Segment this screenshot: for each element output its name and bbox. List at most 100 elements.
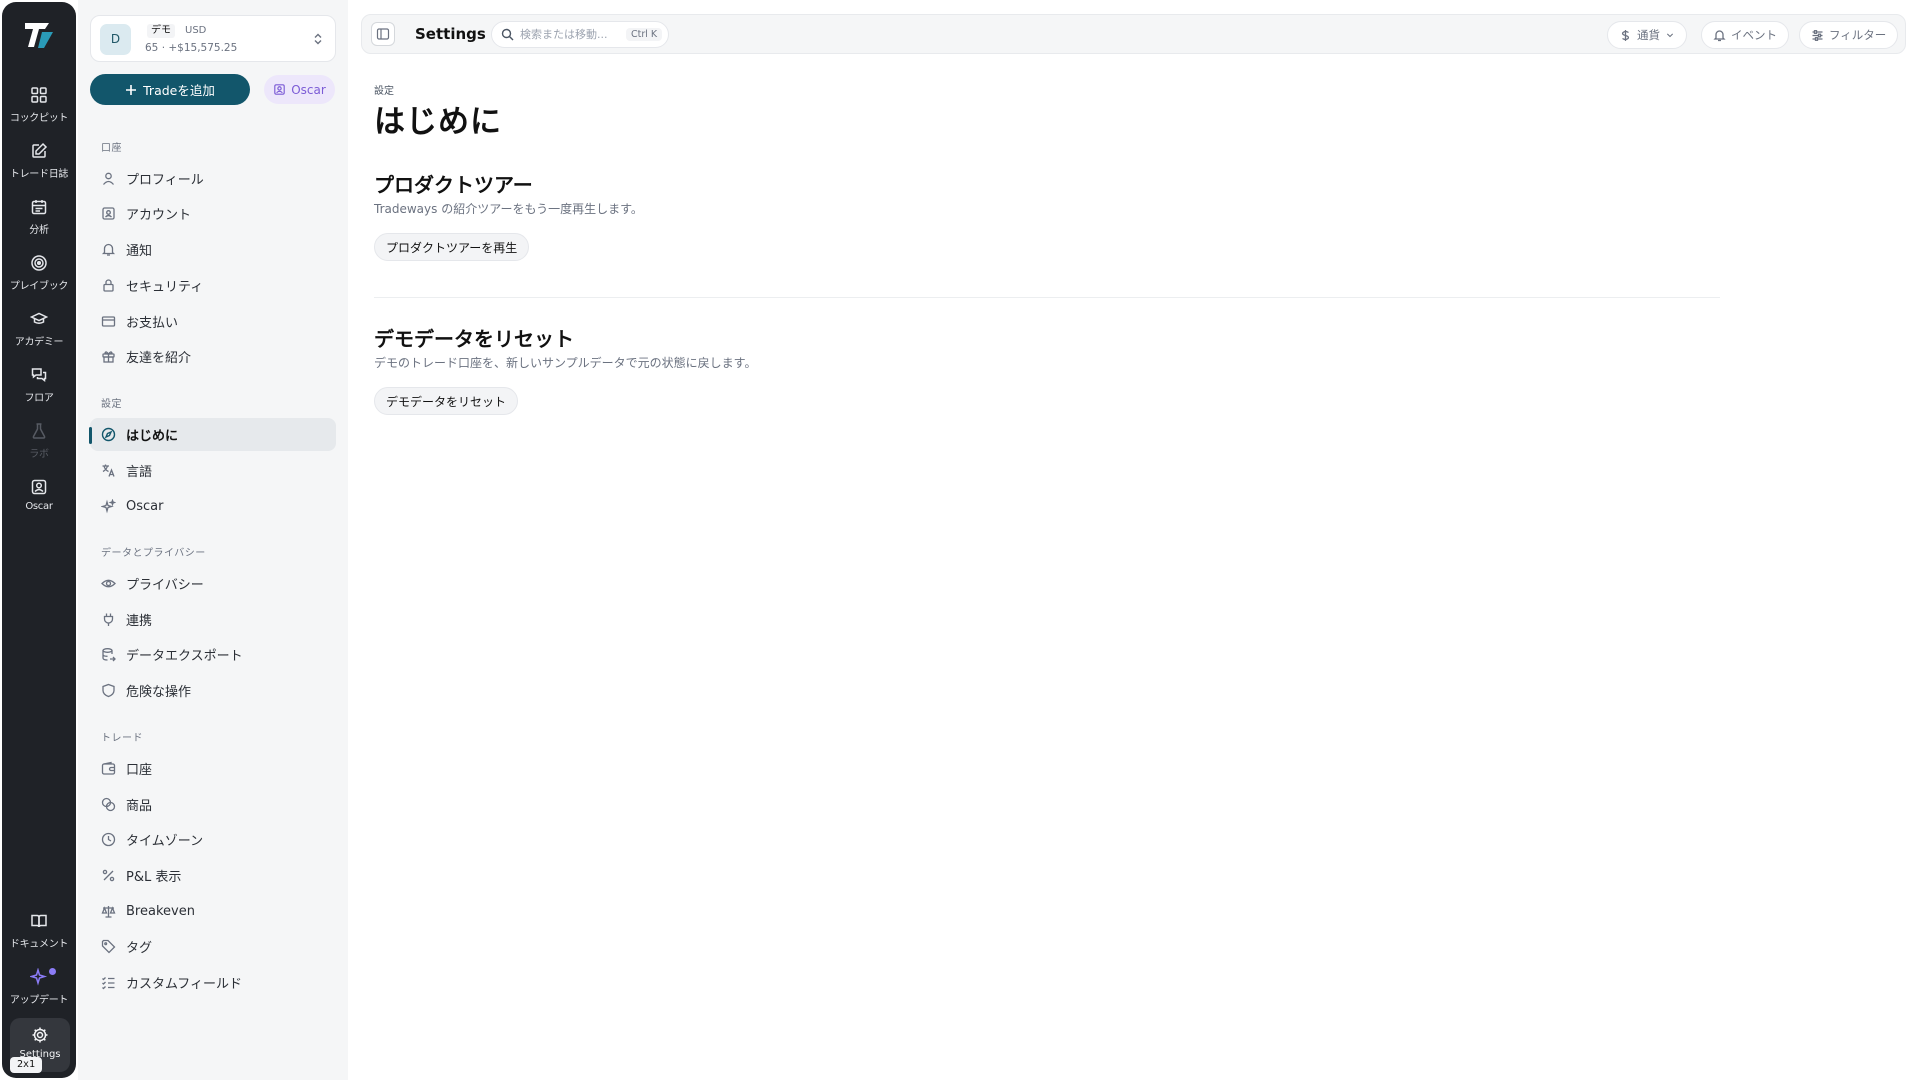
sidebar-item-label: Breakeven [126,904,195,919]
rail-item-playbook[interactable]: プレイブック [4,248,74,300]
sidebar-item-custom-fields[interactable]: カスタムフィールド [90,966,336,999]
add-trade-button[interactable]: Tradeを追加 [90,74,250,105]
rail-item-floor[interactable]: フロア [4,360,74,412]
rail-item-lab: ラボ [4,416,74,468]
sidebar-item-account[interactable]: アカウント [90,197,336,230]
nav-heading-data-privacy: データとプライバシー [101,548,206,559]
nav-heading-trading: トレード [101,733,143,744]
section-title-reset-demo: デモデータをリセット [374,327,574,351]
chat-icon [31,368,47,383]
gift-icon [102,351,115,363]
sidebar-item-label: 危険な操作 [126,685,192,700]
rail-item-analytics[interactable]: 分析 [4,192,74,244]
rail-item-docs[interactable]: ドキュメント [4,906,74,958]
resolution-badge: 2x1 [10,1057,43,1073]
replay-tour-button[interactable]: プロダクトツアーを再生 [374,233,530,261]
shield-icon [102,683,115,698]
search-box[interactable]: Ctrl K [491,21,669,48]
sidebar-item-label: 友達を紹介 [126,351,192,366]
sidebar-item-label: データエクスポート [126,649,243,664]
sidebar-item-label: カスタムフィールド [126,977,242,992]
breadcrumb: 設定 [374,86,394,97]
sidebar-item-profile[interactable]: プロフィール [90,162,336,195]
account-currency: USD [185,25,207,36]
sidebar-item-oscar[interactable]: Oscar [90,490,336,523]
sidebar-item-trade-accounts[interactable]: 口座 [90,752,336,785]
tradeways-logo-icon[interactable] [22,18,56,52]
sidebar-item-label: 口座 [126,763,153,778]
search-icon [501,28,514,41]
plug-icon [103,613,114,626]
sidebar-item-label: アカウント [126,208,192,223]
sidebar-item-notifications[interactable]: 通知 [90,233,336,266]
oscar-button-label: Oscar [291,82,326,97]
gear-icon [32,1027,48,1043]
oscar-icon [31,479,47,495]
percent-icon [102,869,115,882]
nav-heading-settings: 設定 [101,399,122,410]
sparkles-icon [101,499,116,514]
search-shortcut-hint: Ctrl K [626,28,663,41]
calendar-icon [31,200,47,215]
account-switcher[interactable]: D デモ USD 65 · +$15,575.25 [90,15,336,62]
sidebar-item-integrations[interactable]: 連携 [90,603,336,636]
active-indicator [89,427,92,444]
sidebar-item-label: 連携 [126,614,153,629]
rail-label: Oscar [25,501,53,512]
sidebar-item-getting-started[interactable]: はじめに [90,418,336,451]
filter-label: フィルター [1829,28,1887,42]
sidebar-item-referral[interactable]: 友達を紹介 [90,340,336,373]
sliders-icon [1812,29,1823,41]
filter-button[interactable]: フィルター [1799,21,1899,49]
rail-item-academy[interactable]: アカデミー [4,304,74,356]
oscar-button[interactable]: Oscar [264,75,335,104]
currency-label: 通貨 [1637,28,1660,42]
main-content [350,0,1920,1080]
database-export-icon [102,648,116,662]
rail-label: ラボ [29,449,49,460]
rail-item-oscar[interactable]: Oscar [4,472,74,524]
events-button[interactable]: イベント [1701,21,1789,49]
sidebar-item-privacy[interactable]: プライバシー [90,567,336,600]
section-title-product-tour: プロダクトツアー [374,173,533,197]
plus-icon [126,84,137,95]
sidebar-item-label: 通知 [126,244,153,259]
section-desc-product-tour: Tradeways の紹介ツアーをもう一度再生します。 [374,202,643,216]
app-root: コックピット トレード日誌 分析 プレイブック アカデミー フロア ラボ Osc… [0,0,1920,1080]
rail-label: プレイブック [9,281,69,292]
sidebar-item-billing[interactable]: お支払い [90,305,336,338]
sidebar-item-tags[interactable]: タグ [90,930,336,963]
sidebar-item-security[interactable]: セキュリティ [90,269,336,302]
sidebar-item-data-export[interactable]: データエクスポート [90,638,336,671]
user-icon [103,172,114,185]
reset-demo-button[interactable]: デモデータをリセット [374,387,519,415]
eye-icon [101,579,116,588]
rail-item-updates[interactable]: アップデート [4,962,74,1014]
search-input[interactable] [520,28,620,41]
page-title-header: Settings [415,25,486,43]
sidebar-item-breakeven[interactable]: Breakeven [90,895,336,928]
sidebar-item-label: プライバシー [126,578,204,593]
sidebar-item-danger-zone[interactable]: 危険な操作 [90,674,336,707]
sidebar-item-language[interactable]: 言語 [90,454,336,487]
graduation-cap-icon [30,312,48,324]
flask-icon [32,423,46,439]
currency-dropdown[interactable]: 通貨 [1607,21,1687,49]
sidebar-toggle-button[interactable] [371,22,395,46]
rail-item-cockpit[interactable]: コックピット [4,80,74,132]
target-icon [31,255,47,271]
account-balance: 65 · +$15,575.25 [145,42,238,54]
rail-label: トレード日誌 [9,169,69,180]
sidebar-item-pnl-display[interactable]: P&L 表示 [90,859,336,892]
rail-item-journal[interactable]: トレード日誌 [4,136,74,188]
section-divider [374,297,1720,298]
update-notification-dot [49,968,56,975]
sidebar-item-instruments[interactable]: 商品 [90,788,336,821]
sidebar-item-timezone[interactable]: タイムゾーン [90,823,336,856]
dollar-icon [1621,29,1630,41]
oscar-icon [274,84,285,95]
rail-label: フロア [24,393,54,404]
journal-icon [32,142,48,158]
sidebar-item-label: P&L 表示 [126,870,182,885]
sidebar-item-label: タイムゾーン [126,834,204,849]
